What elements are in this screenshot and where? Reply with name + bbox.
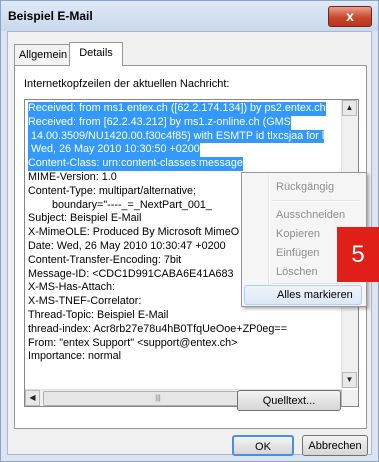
source-button[interactable]: Quelltext... <box>237 390 341 411</box>
cancel-button[interactable]: Abbrechen <box>302 435 368 456</box>
close-icon: x <box>346 8 354 24</box>
window-title: Beispiel E-Mail <box>8 9 93 23</box>
tab-label: Details <box>79 47 113 59</box>
header-line: Importance: normal <box>28 350 122 363</box>
header-line: Received: from ms1.entex.ch ([62.2.174.1… <box>28 102 326 116</box>
menu-item-rueckgaengig[interactable]: Rückgängig <box>244 177 362 197</box>
header-line: 14.00.3509/NU1420.00.f30c4f85) with ESMT… <box>28 129 325 144</box>
step-marker-badge: 5 <box>337 227 379 282</box>
header-line: From: "entex Support" <support@entex.ch> <box>28 336 238 349</box>
scroll-up-button[interactable]: ▲ <box>342 100 357 116</box>
header-line: Received: from [62.2.43.212] by ms1.z-on… <box>28 115 291 130</box>
header-line: thread-index: Acr8rb27e78u4hB0TfqUeOoe+Z… <box>28 322 288 335</box>
close-button[interactable]: x <box>328 6 372 27</box>
tab-details[interactable]: Details <box>69 42 123 66</box>
menu-item-alles-markieren[interactable]: Alles markieren <box>244 285 362 305</box>
menu-item-ausschneiden[interactable]: Ausschneiden <box>244 205 362 225</box>
chevron-down-icon: ▼ <box>345 375 354 384</box>
header-line: Content-Class: urn:content-classes:messa… <box>28 157 243 171</box>
chevron-left-icon: ◀ <box>29 393 36 402</box>
grip-icon: ||| <box>155 395 161 402</box>
tab-label: Allgemein <box>18 49 68 61</box>
chevron-up-icon: ▲ <box>345 103 354 112</box>
ok-button[interactable]: OK <box>232 435 294 456</box>
header-line: Thread-Topic: Beispiel E-Mail <box>28 308 169 321</box>
title-bar[interactable]: Beispiel E-Mail x <box>1 1 378 31</box>
scroll-corner <box>342 390 358 406</box>
menu-separator <box>272 200 360 202</box>
tab-allgemein[interactable]: Allgemein <box>14 44 72 65</box>
header-line: Wed, 26 May 2010 10:30:50 +0200 <box>28 143 200 158</box>
scroll-left-button[interactable]: ◀ <box>25 390 40 406</box>
scroll-down-button[interactable]: ▼ <box>342 372 357 388</box>
headers-heading: Internetkopfzeilen der aktuellen Nachric… <box>24 78 230 90</box>
